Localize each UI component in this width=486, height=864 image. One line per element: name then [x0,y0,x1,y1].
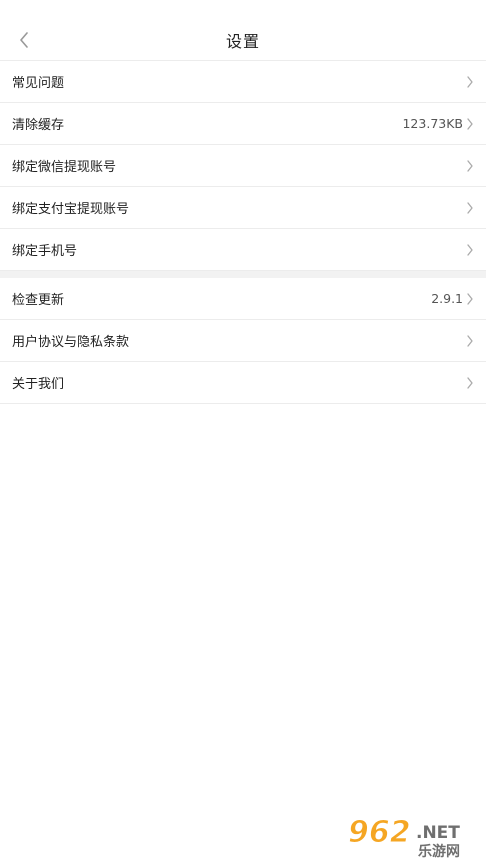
row-clear-cache[interactable]: 清除缓存 123.73KB [0,103,486,145]
row-right [463,243,474,256]
row-bind-wechat[interactable]: 绑定微信提现账号 [0,145,486,187]
back-button[interactable] [10,26,38,54]
site-logo-icon: 962 .NET 乐游网 [348,815,461,861]
row-right [463,334,474,347]
row-label: 绑定手机号 [12,244,78,259]
row-about-us[interactable]: 关于我们 [0,362,486,404]
row-label: 检查更新 [12,293,65,308]
row-check-update[interactable]: 检查更新 2.9.1 [0,278,486,320]
chevron-right-icon [467,159,473,172]
chevron-right-icon [467,376,473,389]
row-label: 清除缓存 [12,118,65,133]
chevron-right-icon [467,334,473,347]
watermark-logo: 962 .NET 乐游网 [344,808,480,861]
row-faq[interactable]: 常见问题 [0,61,486,103]
chevron-right-icon [467,243,473,256]
row-bind-alipay[interactable]: 绑定支付宝提现账号 [0,187,486,229]
row-label: 用户协议与隐私条款 [12,335,130,350]
row-right: 2.9.1 [431,291,474,306]
row-right [463,75,474,88]
page-title: 设置 [225,32,260,51]
settings-group-app: 检查更新 2.9.1 用户协议与隐私条款 关于我们 [0,278,486,404]
status-bar [0,0,486,20]
row-bind-phone[interactable]: 绑定手机号 [0,229,486,271]
row-user-agreement[interactable]: 用户协议与隐私条款 [0,320,486,362]
row-label: 常见问题 [12,76,65,91]
row-right: 123.73KB [402,116,474,131]
svg-text:962: 962 [348,815,411,850]
row-label: 关于我们 [12,377,65,392]
chevron-left-icon [20,32,28,48]
settings-group-account: 常见问题 清除缓存 123.73KB 绑定微信提现账号 绑定支付宝提现账号 绑定… [0,61,486,271]
group-divider [0,271,486,278]
chevron-right-icon [467,117,473,130]
row-label: 绑定微信提现账号 [12,160,117,175]
svg-text:乐游网: 乐游网 [418,843,460,860]
row-right [463,201,474,214]
nav-bar: 设置 [0,20,486,61]
row-right [463,159,474,172]
row-right [463,376,474,389]
chevron-right-icon [467,75,473,88]
chevron-right-icon [467,201,473,214]
svg-text:.NET: .NET [416,823,460,843]
chevron-right-icon [467,292,473,305]
version-value: 2.9.1 [431,291,463,306]
cache-size-value: 123.73KB [402,116,463,131]
row-label: 绑定支付宝提现账号 [12,202,130,217]
